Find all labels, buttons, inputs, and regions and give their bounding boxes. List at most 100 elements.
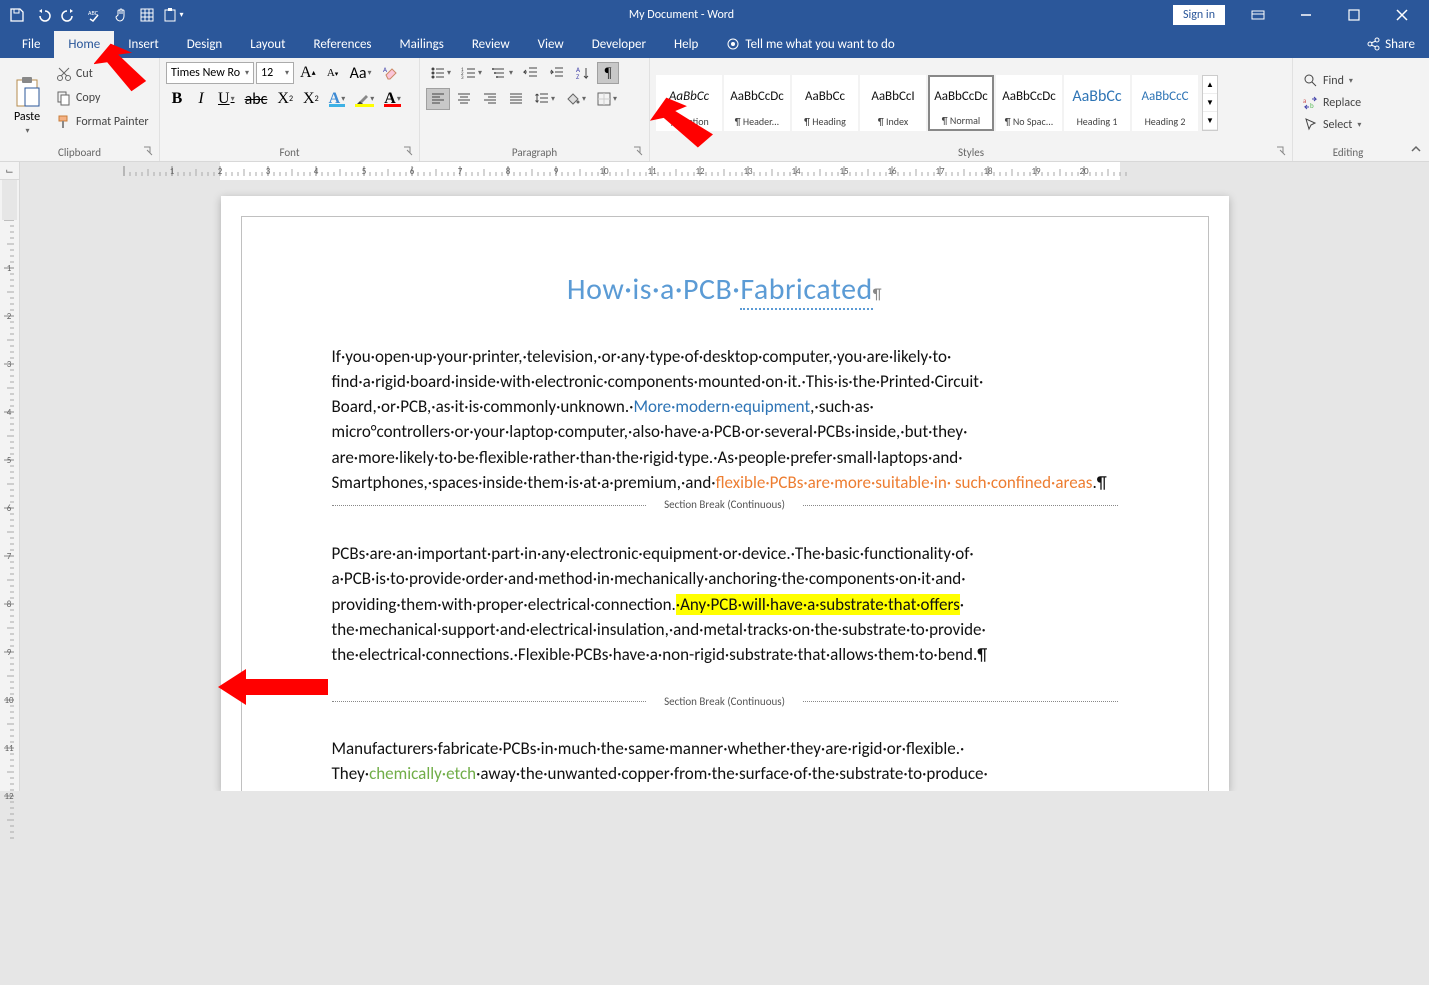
vertical-ruler[interactable]: 123456789101112 xyxy=(0,180,20,791)
highlight-button[interactable]: ▾ xyxy=(351,88,378,110)
collapse-ribbon-icon[interactable] xyxy=(1403,58,1429,161)
chevron-up-icon[interactable]: ▲ xyxy=(1203,76,1217,94)
tab-review[interactable]: Review xyxy=(458,31,524,58)
font-size-combo[interactable]: 12▾ xyxy=(256,62,294,84)
font-launcher-icon[interactable] xyxy=(401,144,415,158)
paste-button[interactable]: Paste ▾ xyxy=(6,62,48,144)
sort-button[interactable]: AZ xyxy=(571,62,595,84)
style---caption[interactable]: AaBbCc¶ Caption xyxy=(656,75,722,131)
find-button[interactable]: Find▾ xyxy=(1299,71,1397,91)
underline-button[interactable]: U▾ xyxy=(214,88,239,110)
grow-font-button[interactable]: A▴ xyxy=(296,62,320,84)
styles-launcher-icon[interactable] xyxy=(1274,144,1288,158)
tab-home[interactable]: Home xyxy=(54,31,114,58)
align-right-icon xyxy=(482,91,498,107)
font-name-combo[interactable]: Times New Ro▾ xyxy=(166,62,254,84)
paragraph-launcher-icon[interactable] xyxy=(631,144,645,158)
style-heading-2[interactable]: AaBbCcCHeading 2 xyxy=(1132,75,1198,131)
clipboard-launcher-icon[interactable] xyxy=(141,144,155,158)
format-painter-button[interactable]: Format Painter xyxy=(52,112,153,132)
shading-button[interactable]: ▾ xyxy=(561,88,590,110)
paste-qat-icon[interactable]: ▾ xyxy=(162,4,184,26)
sort-icon: AZ xyxy=(575,65,591,81)
show-marks-button[interactable]: ¶ xyxy=(597,62,619,84)
decrease-indent-button[interactable] xyxy=(519,62,543,84)
align-left-button[interactable] xyxy=(426,88,450,110)
style---heading[interactable]: AaBbCc¶ Heading xyxy=(792,75,858,131)
save-icon[interactable] xyxy=(6,4,28,26)
close-icon[interactable] xyxy=(1379,0,1425,30)
style---no-spac---[interactable]: AaBbCcDc¶ No Spac... xyxy=(996,75,1062,131)
bullets-button[interactable]: ▾ xyxy=(426,62,455,84)
tab-help[interactable]: Help xyxy=(660,31,712,58)
bold-button[interactable]: B xyxy=(166,88,188,110)
line-spacing-button[interactable]: ▾ xyxy=(530,88,559,110)
svg-text:6: 6 xyxy=(410,166,415,177)
justify-button[interactable] xyxy=(504,88,528,110)
svg-text:13: 13 xyxy=(743,166,753,177)
shrink-font-button[interactable]: A▾ xyxy=(322,62,344,84)
replace-button[interactable]: abReplace xyxy=(1299,93,1397,113)
svg-text:a: a xyxy=(1303,96,1306,105)
signin-button[interactable]: Sign in xyxy=(1173,5,1225,25)
hyperlink-modern-equipment[interactable]: More·modern·equipment xyxy=(633,396,810,417)
hyperlink-chemically-etch[interactable]: chemically·etch xyxy=(369,763,476,784)
copy-button[interactable]: Copy xyxy=(52,88,153,108)
tab-layout[interactable]: Layout xyxy=(236,31,299,58)
spellcheck-icon[interactable]: ABC xyxy=(84,4,106,26)
tab-references[interactable]: References xyxy=(300,31,386,58)
tab-design[interactable]: Design xyxy=(173,31,236,58)
italic-button[interactable]: I xyxy=(190,88,212,110)
indent-icon xyxy=(549,65,565,81)
ribbon-tabs: File Home Insert Design Layout Reference… xyxy=(0,30,1429,58)
maximize-icon[interactable] xyxy=(1331,0,1377,30)
text-effects-button[interactable]: A▾ xyxy=(325,88,350,110)
style---index[interactable]: AaBbCcI¶ Index xyxy=(860,75,926,131)
tab-mailings[interactable]: Mailings xyxy=(386,31,458,58)
cut-button[interactable]: Cut xyxy=(52,64,153,84)
increase-indent-button[interactable] xyxy=(545,62,569,84)
svg-text:15: 15 xyxy=(839,166,849,177)
tab-developer[interactable]: Developer xyxy=(578,31,660,58)
styles-gallery: AaBbCc¶ CaptionAaBbCcDc¶ Header...AaBbCc… xyxy=(656,75,1198,131)
hand-icon[interactable] xyxy=(110,4,132,26)
align-center-button[interactable] xyxy=(452,88,476,110)
strikethrough-button[interactable]: abc xyxy=(241,88,272,110)
tab-insert[interactable]: Insert xyxy=(114,31,173,58)
document-scroll[interactable]: How·is·a·PCB·Fabricated¶ If·you·open·up·… xyxy=(20,180,1429,791)
style---normal[interactable]: AaBbCcDc¶ Normal xyxy=(928,75,994,131)
tell-me[interactable]: Tell me what you want to do xyxy=(712,31,908,58)
subscript-button[interactable]: X2 xyxy=(273,88,297,110)
tell-me-label: Tell me what you want to do xyxy=(745,37,894,52)
change-case-button[interactable]: Aa▾ xyxy=(346,62,376,84)
font-color-button[interactable]: A▾ xyxy=(380,88,405,110)
style---header---[interactable]: AaBbCcDc¶ Header... xyxy=(724,75,790,131)
table-icon[interactable] xyxy=(136,4,158,26)
tab-file[interactable]: File xyxy=(8,31,54,58)
style-heading-1[interactable]: AaBbCcHeading 1 xyxy=(1064,75,1130,131)
hyperlink-flexible-pcbs[interactable]: flexible·PCBs·are·more·suitable·in· such… xyxy=(716,472,1093,493)
tab-view[interactable]: View xyxy=(524,31,578,58)
scissors-icon xyxy=(56,66,72,82)
svg-text:4: 4 xyxy=(314,166,319,177)
multilevel-list-button[interactable]: ▾ xyxy=(488,62,517,84)
minimize-icon[interactable] xyxy=(1283,0,1329,30)
horizontal-ruler[interactable]: ⌙ 1234567891011121314151617181920 xyxy=(0,162,1429,180)
undo-icon[interactable] xyxy=(32,4,54,26)
clear-formatting-button[interactable]: A xyxy=(378,62,402,84)
numbering-button[interactable]: 123▾ xyxy=(457,62,486,84)
borders-button[interactable]: ▾ xyxy=(592,88,621,110)
share-button[interactable]: Share xyxy=(1352,31,1429,58)
ribbon-options-icon[interactable] xyxy=(1235,0,1281,30)
styles-expand-icon[interactable]: ▼ xyxy=(1203,112,1217,130)
svg-text:14: 14 xyxy=(791,166,801,177)
chevron-down-icon[interactable]: ▼ xyxy=(1203,94,1217,112)
styles-scroll[interactable]: ▲▼▼ xyxy=(1202,75,1218,131)
group-editing: Find▾ abReplace Select▾ Editing xyxy=(1293,58,1403,161)
tab-selector-icon[interactable]: ⌙ xyxy=(0,162,20,180)
select-button[interactable]: Select▾ xyxy=(1299,115,1397,135)
redo-icon[interactable] xyxy=(58,4,80,26)
align-right-button[interactable] xyxy=(478,88,502,110)
superscript-button[interactable]: X2 xyxy=(299,88,323,110)
copy-icon xyxy=(56,90,72,106)
